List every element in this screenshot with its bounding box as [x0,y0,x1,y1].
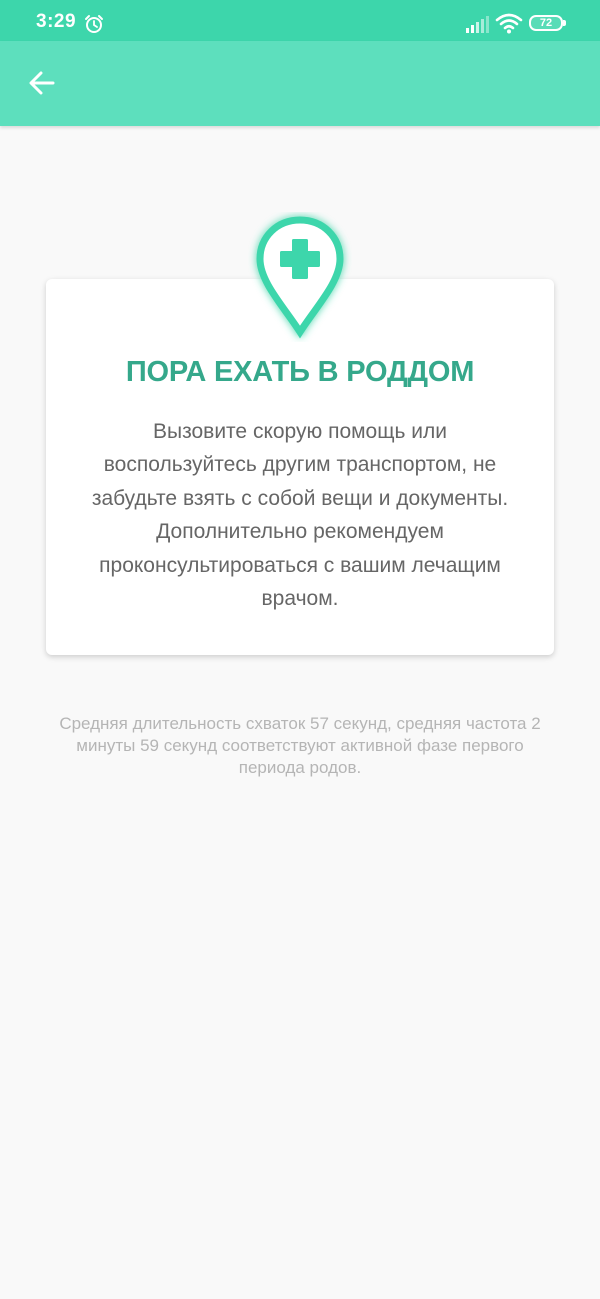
alarm-icon [85,15,103,33]
arrow-left-icon [29,71,55,95]
status-bar: 3:29 72 [0,0,600,41]
back-button[interactable] [22,63,62,103]
wifi-icon [495,13,523,34]
card-title: ПОРА ЕХАТЬ В РОДДОМ [125,356,475,388]
card-body: Вызовите скорую помощь или воспользуйтес… [91,420,509,611]
location-pin-medical-cross-icon [256,216,344,339]
app-bar [0,41,600,126]
status-time: 3:29 [36,11,77,32]
battery-level: 72 [539,17,553,29]
contraction-summary: Средняя длительность схваток 57 секунд, … [59,714,541,777]
battery-icon: 72 [529,15,566,31]
signal-icon [466,16,489,33]
